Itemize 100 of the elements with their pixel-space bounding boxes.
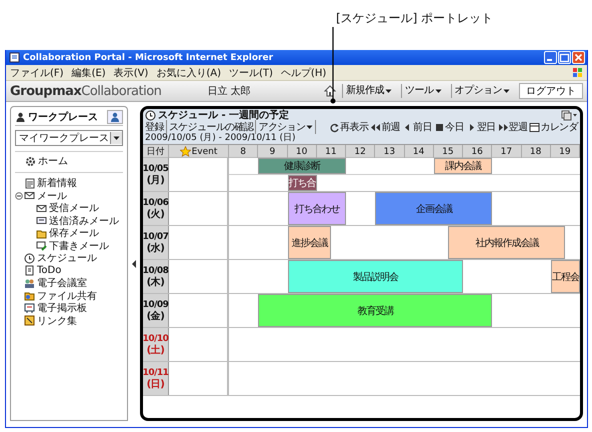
collapse-left-icon[interactable] (131, 260, 137, 268)
portlet-title: スケジュール - 一週間の予定 (145, 109, 290, 122)
dropdown-menu[interactable]: ツール (401, 84, 444, 98)
window-menu-icon[interactable] (561, 110, 578, 120)
event-block[interactable]: 教育受講 (258, 294, 492, 327)
nav-link[interactable]: カレンダ (529, 120, 578, 134)
action-link[interactable]: スケジュールの確認 (166, 120, 256, 134)
column-header: 19 (550, 145, 580, 158)
clock-icon (24, 252, 35, 264)
event-block[interactable]: 製品説明会 (288, 260, 463, 293)
tree-item[interactable]: リンク集 (24, 314, 77, 328)
tree-item[interactable]: スケジュール (24, 251, 97, 266)
nav-link[interactable]: 今日 (434, 120, 464, 134)
nav-link[interactable]: 前週 (370, 120, 400, 134)
dropdown-menu[interactable]: オプション (450, 84, 513, 98)
tree-item[interactable]: メール (24, 188, 67, 203)
dropdown-menu[interactable]: 新規作成 (342, 84, 395, 98)
menu-item[interactable]: ヘルプ(H) (280, 66, 326, 80)
event-block[interactable]: 課内会議 (434, 158, 492, 174)
caret-icon (503, 88, 510, 94)
column-header: 13 (375, 145, 404, 158)
date-label: 10/08 (143, 266, 168, 276)
calendar-icon (529, 122, 540, 132)
user-name: 日立 太郎 (207, 84, 251, 98)
date-label: 10/05 (143, 164, 168, 174)
page-icon (9, 52, 20, 63)
tree-item[interactable]: 電子掲示板 (24, 301, 87, 316)
action-menu[interactable]: アクション (256, 120, 316, 134)
column-header: Event (169, 145, 229, 158)
nav-link[interactable]: 翌日 (466, 120, 496, 134)
workplace-dropdown[interactable]: マイワークプレース (15, 130, 123, 146)
event-block[interactable]: 工程会 (550, 260, 580, 293)
tree-item[interactable]: ファイル共有 (24, 288, 97, 303)
date-label: 10/10 (143, 334, 168, 344)
double-right-arrow-icon (498, 122, 509, 132)
menu-item[interactable]: 編集(E) (72, 66, 106, 80)
column-header: 8 (229, 145, 258, 158)
column-header: 12 (346, 145, 376, 158)
star-icon (180, 146, 191, 157)
document-icon (24, 178, 35, 189)
event-block[interactable]: 進捗会議 (288, 226, 332, 259)
person-icon (110, 112, 120, 122)
notebook-icon (24, 315, 35, 326)
home-icon[interactable] (324, 85, 336, 97)
collapse-icon[interactable] (15, 192, 23, 200)
event-block[interactable]: 企画会議 (375, 192, 492, 225)
menu-item[interactable]: 表示(V) (114, 66, 148, 80)
nav-link[interactable]: 前日 (402, 120, 432, 134)
weekday-label: (水) (146, 242, 164, 254)
column-header: 14 (404, 145, 434, 158)
column-header: 18 (522, 145, 551, 158)
maximize-icon[interactable] (559, 52, 570, 63)
refresh-icon (329, 122, 340, 132)
menu-item[interactable]: お気に入り(A) (156, 66, 221, 80)
menu-item[interactable]: ツール(T) (229, 66, 273, 80)
caret-icon (434, 88, 442, 94)
notepad-icon (24, 265, 35, 276)
square-icon (434, 122, 445, 132)
envelope-icon (36, 215, 47, 226)
date-label: 10/06 (143, 198, 168, 208)
nav-link[interactable]: 再表示 (329, 120, 368, 134)
tree-item[interactable]: 受信メール (36, 201, 99, 216)
nav-link[interactable]: 翌週 (498, 120, 528, 134)
date-label: 10/11 (143, 368, 168, 378)
window-title: Collaboration Portal - Microsoft Internet Explorer (23, 52, 274, 62)
tree-item[interactable]: 電子会議室 (24, 276, 87, 290)
gear-icon (25, 156, 36, 166)
envelope-icon (24, 190, 35, 202)
weekday-label: (木) (146, 276, 164, 288)
weekday-label: (月) (146, 174, 164, 186)
clock-icon (145, 110, 156, 120)
workplace-tab[interactable]: ワークプレース (15, 110, 103, 124)
tree-item[interactable]: 下書きメール (36, 238, 109, 253)
caret-icon (113, 135, 120, 141)
tree-item[interactable]: 新着情報 (24, 176, 77, 190)
envelope-icon (36, 202, 47, 214)
board-icon (24, 302, 35, 314)
event-block[interactable]: 打ち合 (288, 175, 317, 191)
weekday-label: (土) (146, 344, 164, 356)
menu-item[interactable]: ファイル(F) (10, 66, 64, 80)
close-icon[interactable] (573, 52, 584, 63)
action-link[interactable]: 登録 (145, 120, 167, 134)
tree-item[interactable]: 送信済みメール (36, 214, 119, 228)
event-block[interactable]: 社内報作成会議 (448, 226, 566, 259)
tree-item[interactable]: 保存メール (36, 226, 99, 240)
windows-flag-icon (572, 67, 583, 78)
logout-button[interactable]: ログアウト (519, 83, 583, 99)
event-block[interactable]: 打ち合わせ (288, 192, 346, 225)
workplace-settings-button[interactable] (107, 110, 123, 124)
event-block[interactable]: 健康診断 (258, 158, 346, 174)
caret-icon (385, 88, 392, 94)
folder-icon (36, 228, 47, 239)
tree-item[interactable]: ToDo (24, 265, 62, 276)
date-label: 10/07 (143, 232, 168, 242)
column-header: 17 (492, 145, 522, 158)
folder-icon (24, 290, 35, 302)
date-label: 10/09 (143, 300, 168, 310)
weekday-label: (火) (146, 208, 164, 220)
caret-icon (306, 124, 314, 130)
home-link[interactable]: ホーム (15, 151, 123, 173)
